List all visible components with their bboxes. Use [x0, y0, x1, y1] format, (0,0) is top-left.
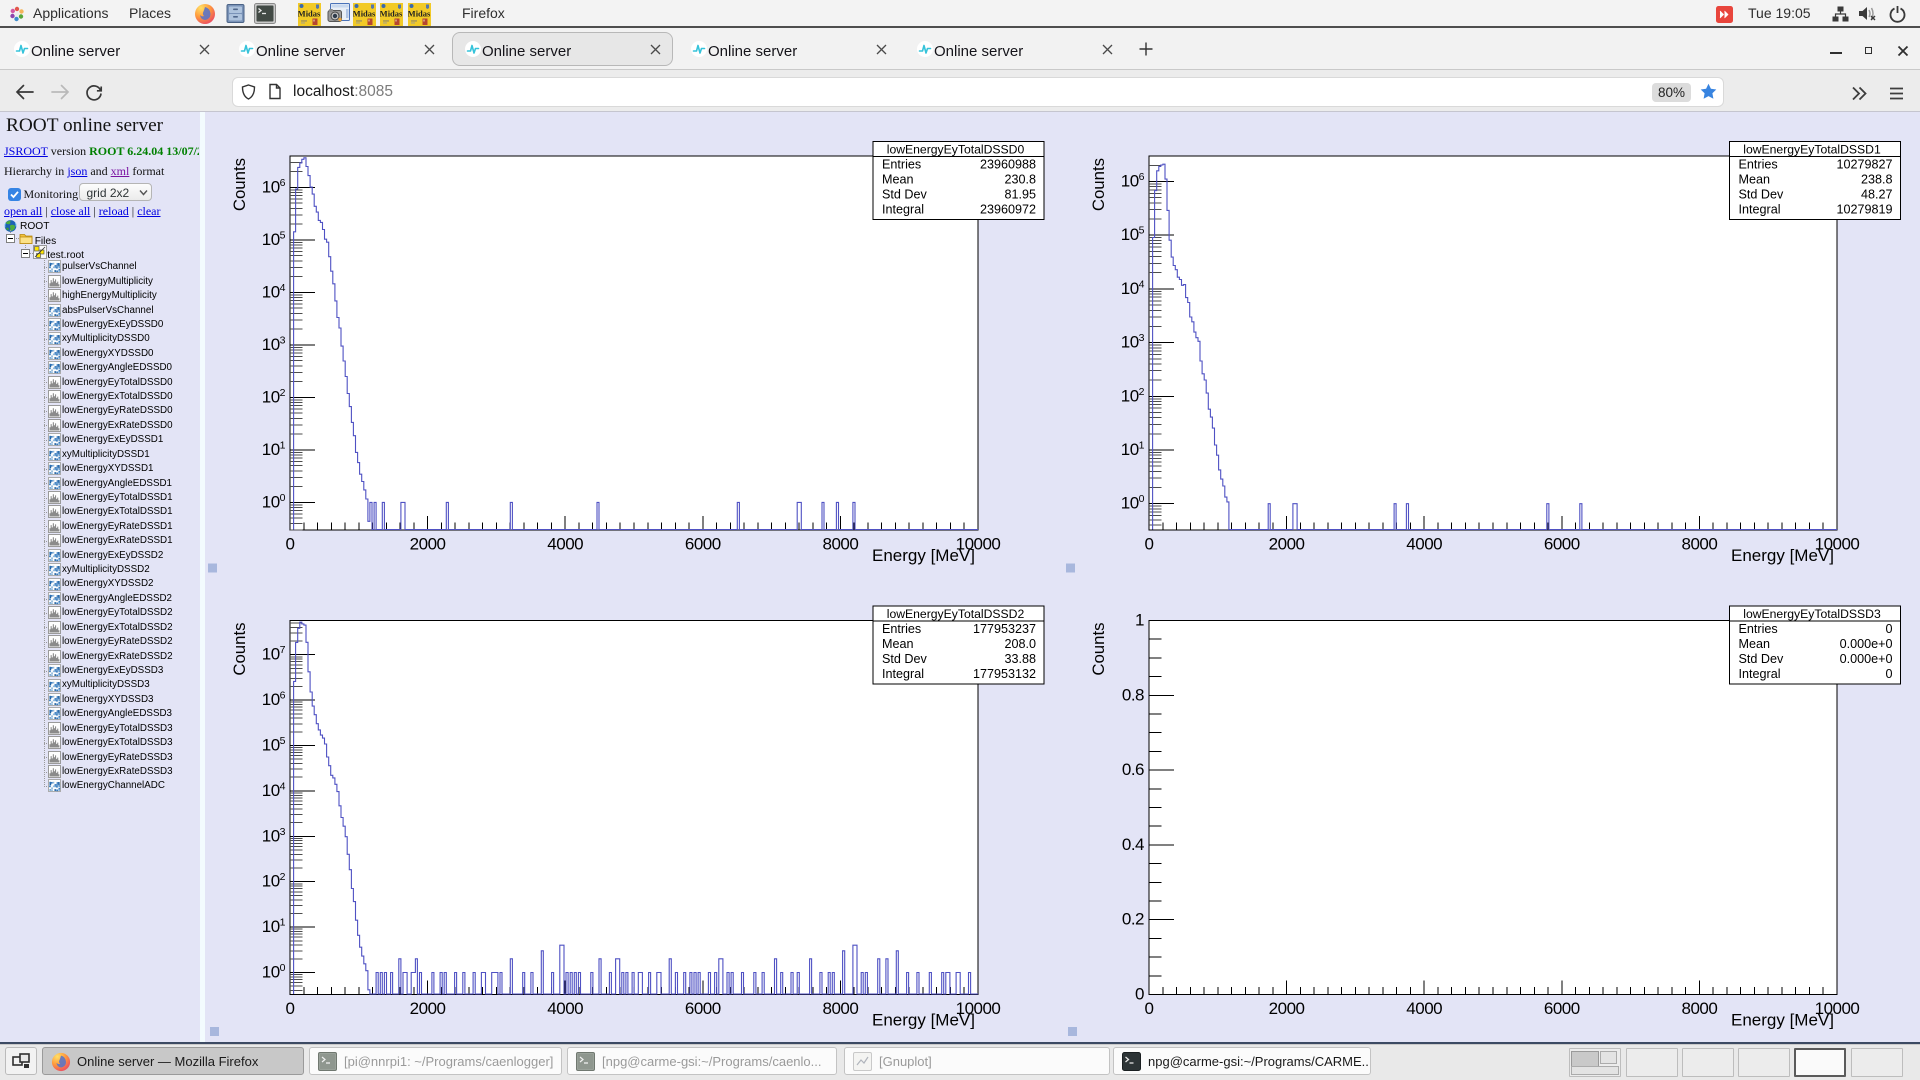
svg-text:0: 0 [1885, 622, 1892, 636]
svg-text:6000: 6000 [685, 999, 721, 1018]
svg-text:2000: 2000 [410, 999, 446, 1018]
svg-text:2000: 2000 [410, 535, 446, 554]
svg-text:104: 104 [1121, 278, 1145, 298]
svg-text:10279827: 10279827 [1836, 157, 1892, 171]
svg-text:0.000e+0: 0.000e+0 [1840, 652, 1893, 666]
svg-text:2000: 2000 [1269, 535, 1305, 554]
svg-text:lowEnergyEyTotalDSSD3: lowEnergyEyTotalDSSD3 [1743, 607, 1881, 621]
svg-text:23960972: 23960972 [980, 203, 1036, 217]
svg-text:177953132: 177953132 [973, 667, 1036, 681]
svg-text:Midas: Midas [408, 9, 431, 19]
svg-text:Energy [MeV]: Energy [MeV] [1731, 1011, 1834, 1030]
svg-text:Std Dev: Std Dev [1739, 652, 1785, 666]
svg-text:101: 101 [262, 439, 286, 459]
svg-text:102: 102 [262, 871, 286, 891]
svg-text:6000: 6000 [1544, 999, 1580, 1018]
svg-text:Energy [MeV]: Energy [MeV] [872, 1011, 975, 1030]
svg-text:lowEnergyEyTotalDSSD1: lowEnergyEyTotalDSSD1 [1743, 142, 1881, 156]
svg-text:Entries: Entries [882, 157, 921, 171]
svg-text:238.8: 238.8 [1861, 172, 1893, 186]
svg-text:8000: 8000 [1681, 535, 1717, 554]
svg-text:102: 102 [262, 387, 286, 407]
svg-text:Entries: Entries [882, 622, 921, 636]
svg-text:104: 104 [262, 282, 286, 302]
svg-text:4000: 4000 [547, 535, 583, 554]
svg-text:Integral: Integral [882, 203, 924, 217]
svg-text:0: 0 [1135, 985, 1144, 1004]
svg-text:Counts: Counts [1089, 623, 1108, 676]
svg-text:Std Dev: Std Dev [1739, 188, 1785, 202]
svg-text:106: 106 [262, 177, 286, 197]
svg-text:0.6: 0.6 [1122, 760, 1144, 779]
svg-text:Entries: Entries [1739, 622, 1778, 636]
svg-text:8000: 8000 [822, 999, 858, 1018]
svg-text:106: 106 [1121, 171, 1145, 191]
svg-text:Integral: Integral [882, 667, 924, 681]
svg-text:Mean: Mean [1739, 172, 1771, 186]
svg-text:Counts: Counts [1089, 158, 1108, 211]
svg-text:104: 104 [262, 780, 286, 800]
svg-text:Mean: Mean [882, 637, 914, 651]
svg-text:0.000e+0: 0.000e+0 [1840, 637, 1893, 651]
svg-text:8000: 8000 [1681, 999, 1717, 1018]
svg-text:Energy [MeV]: Energy [MeV] [1731, 546, 1834, 565]
svg-text:4000: 4000 [547, 999, 583, 1018]
svg-text:0: 0 [1145, 999, 1154, 1018]
svg-text:177953237: 177953237 [973, 622, 1036, 636]
svg-text:0.2: 0.2 [1122, 910, 1144, 929]
svg-text:0.4: 0.4 [1122, 835, 1144, 854]
svg-text:Mean: Mean [1739, 637, 1771, 651]
svg-text:23960988: 23960988 [980, 157, 1036, 171]
svg-text:6000: 6000 [685, 535, 721, 554]
svg-text:105: 105 [1121, 225, 1145, 245]
svg-text:Integral: Integral [1739, 203, 1781, 217]
svg-text:0: 0 [1145, 535, 1154, 554]
svg-text:lowEnergyEyTotalDSSD2: lowEnergyEyTotalDSSD2 [887, 607, 1025, 621]
svg-text:1: 1 [1135, 611, 1144, 630]
svg-text:33.88: 33.88 [1004, 652, 1036, 666]
svg-text:4000: 4000 [1406, 999, 1442, 1018]
svg-text:2000: 2000 [1269, 999, 1305, 1018]
svg-text:6000: 6000 [1544, 535, 1580, 554]
svg-text:Std Dev: Std Dev [882, 188, 928, 202]
svg-text:Integral: Integral [1739, 667, 1781, 681]
svg-text:106: 106 [262, 690, 286, 710]
svg-text:Midas: Midas [298, 9, 321, 19]
svg-text:0.8: 0.8 [1122, 685, 1144, 704]
svg-text:103: 103 [1121, 332, 1145, 352]
svg-text:105: 105 [262, 229, 286, 249]
svg-text:4000: 4000 [1406, 535, 1442, 554]
svg-text:105: 105 [262, 735, 286, 755]
svg-text:103: 103 [262, 826, 286, 846]
svg-text:230.8: 230.8 [1004, 172, 1036, 186]
svg-text:lowEnergyEyTotalDSSD0: lowEnergyEyTotalDSSD0 [887, 142, 1025, 156]
svg-text:Energy [MeV]: Energy [MeV] [872, 546, 975, 565]
svg-text:48.27: 48.27 [1861, 188, 1893, 202]
svg-text:107: 107 [262, 644, 286, 664]
svg-text:103: 103 [262, 334, 286, 354]
svg-text:10279819: 10279819 [1836, 203, 1892, 217]
svg-text:Std Dev: Std Dev [882, 652, 928, 666]
svg-text:Counts: Counts [230, 158, 249, 211]
svg-text:101: 101 [1121, 440, 1145, 460]
svg-text:0: 0 [286, 999, 295, 1018]
svg-text:Entries: Entries [1739, 157, 1778, 171]
svg-text:0: 0 [286, 535, 295, 554]
svg-text:100: 100 [1121, 493, 1145, 513]
svg-text:81.95: 81.95 [1004, 188, 1036, 202]
svg-text:Counts: Counts [230, 623, 249, 676]
svg-text:8000: 8000 [822, 535, 858, 554]
svg-text:100: 100 [262, 962, 286, 982]
svg-text:208.0: 208.0 [1004, 637, 1036, 651]
svg-text:Mean: Mean [882, 172, 914, 186]
svg-text:102: 102 [1121, 386, 1145, 406]
svg-text:Midas: Midas [353, 9, 376, 19]
svg-text:101: 101 [262, 917, 286, 937]
svg-text:Midas: Midas [380, 9, 403, 19]
svg-text:0: 0 [1885, 667, 1892, 681]
svg-text:100: 100 [262, 492, 286, 512]
